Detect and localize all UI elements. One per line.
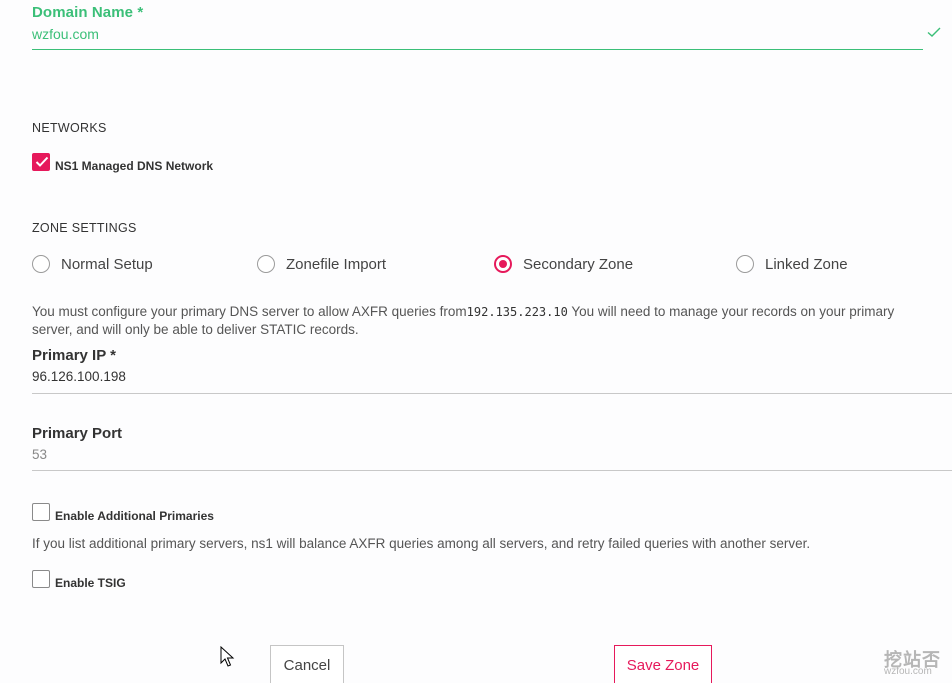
tsig-label: Enable TSIG xyxy=(55,576,126,590)
radio-linked-zone-label[interactable]: Linked Zone xyxy=(765,256,848,273)
primary-ip-label: Primary IP * xyxy=(32,347,116,364)
secondary-zone-help-line2: server, and will only be able to deliver… xyxy=(32,322,359,337)
radio-zonefile-import[interactable] xyxy=(257,255,275,273)
networks-heading: NETWORKS xyxy=(32,121,107,135)
watermark-url: wzfou.com xyxy=(884,666,932,677)
domain-name-input[interactable]: wzfou.com xyxy=(32,26,99,42)
radio-secondary-zone[interactable] xyxy=(494,255,512,273)
additional-primaries-help: If you list additional primary servers, … xyxy=(32,536,811,551)
save-zone-button[interactable]: Save Zone xyxy=(614,645,712,683)
mouse-cursor-icon xyxy=(220,646,235,667)
radio-secondary-zone-label[interactable]: Secondary Zone xyxy=(523,256,633,273)
primary-port-input[interactable]: 53 xyxy=(32,447,47,462)
axfr-source-ip: 192.135.223.10 xyxy=(466,305,568,319)
checkmark-icon xyxy=(35,156,49,167)
help-text-part1: You must configure your primary DNS serv… xyxy=(32,304,467,319)
primary-port-label: Primary Port xyxy=(32,425,123,442)
radio-zonefile-import-label[interactable]: Zonefile Import xyxy=(286,256,386,273)
secondary-zone-help: You must configure your primary DNS serv… xyxy=(32,303,947,321)
primary-ip-input[interactable]: 96.126.100.198 xyxy=(32,369,126,384)
tsig-checkbox[interactable] xyxy=(32,570,50,588)
radio-normal-setup-label[interactable]: Normal Setup xyxy=(61,256,153,273)
radio-linked-zone[interactable] xyxy=(736,255,754,273)
primary-port-underline xyxy=(32,470,952,471)
domain-name-label: Domain Name * xyxy=(32,4,144,21)
radio-normal-setup[interactable] xyxy=(32,255,50,273)
valid-check-icon xyxy=(927,27,941,37)
zone-settings-heading: ZONE SETTINGS xyxy=(32,221,137,235)
additional-primaries-label: Enable Additional Primaries xyxy=(55,509,214,523)
additional-primaries-checkbox[interactable] xyxy=(32,503,50,521)
ns1-network-label: NS1 Managed DNS Network xyxy=(55,159,214,173)
domain-name-underline xyxy=(32,49,923,50)
ns1-network-checkbox[interactable] xyxy=(32,153,50,171)
radio-selected-dot xyxy=(499,260,507,268)
primary-ip-underline xyxy=(32,393,952,394)
help-text-part2: You will need to manage your records on … xyxy=(567,304,895,319)
cancel-button[interactable]: Cancel xyxy=(270,645,344,683)
